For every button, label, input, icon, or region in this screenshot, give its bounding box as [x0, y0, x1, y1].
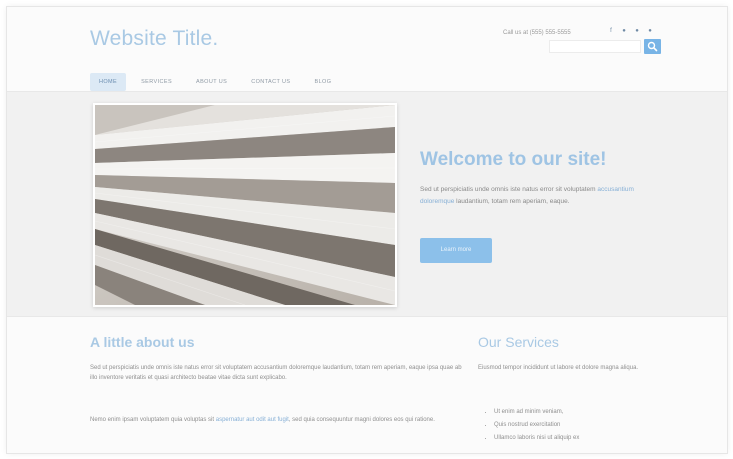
- list-item: Quis nostrud exercitation: [494, 419, 579, 432]
- hero-text: Sed ut perspiciatis unde omnis iste natu…: [420, 184, 645, 208]
- about-paragraph-2: Nemo enim ipsam voluptatem quia voluptas…: [90, 415, 462, 425]
- browser-page: Website Title. Call us at (555) 555-5555…: [6, 6, 728, 454]
- about-paragraph-2-end: , sed quia consequuntur magni dolores eo…: [288, 417, 435, 423]
- about-paragraph-2-start: Nemo enim ipsam voluptatem quia voluptas…: [90, 417, 216, 423]
- main-nav: HOME SERVICES ABOUT US CONTACT US BLOG: [90, 73, 340, 91]
- nav-item-home[interactable]: HOME: [90, 73, 127, 91]
- hero-text-start: Sed ut perspiciatis unde omnis iste natu…: [420, 186, 598, 193]
- social-links: f ● ● ●: [608, 28, 653, 34]
- twitter-icon[interactable]: ●: [621, 28, 627, 34]
- rss-icon[interactable]: ●: [647, 28, 653, 34]
- services-list: Ut enim ad minim veniam, Quis nostrud ex…: [486, 406, 579, 445]
- call-us-text: Call us at (555) 555-5555: [503, 30, 571, 36]
- google-plus-icon[interactable]: ●: [634, 28, 640, 34]
- learn-more-button[interactable]: Learn more: [420, 238, 492, 263]
- site-title[interactable]: Website Title.: [90, 27, 218, 51]
- hero-text-end: laudantium, totam rem aperiam, eaque.: [454, 198, 570, 205]
- about-paragraph-2-link[interactable]: aspernatur aut odit aut fugit: [216, 417, 289, 423]
- about-heading: A little about us: [90, 334, 195, 350]
- search-button[interactable]: [644, 39, 661, 54]
- nav-item-about-us[interactable]: ABOUT US: [187, 73, 236, 91]
- about-paragraph-1: Sed ut perspiciatis unde omnis iste natu…: [90, 365, 462, 381]
- list-item: Ut enim ad minim veniam,: [494, 406, 579, 419]
- facebook-icon[interactable]: f: [608, 28, 614, 34]
- hero-section: Welcome to our site! Sed ut perspiciatis…: [7, 91, 727, 317]
- hero-heading: Welcome to our site!: [420, 149, 607, 170]
- nav-item-contact-us[interactable]: CONTACT US: [242, 73, 299, 91]
- services-heading: Our Services: [478, 334, 559, 350]
- hero-photo-graphic: [94, 105, 396, 306]
- search-input[interactable]: [549, 40, 641, 53]
- nav-item-blog[interactable]: BLOG: [306, 73, 341, 91]
- list-item: Ullamco laboris nisi ut aliquip ex: [494, 432, 579, 445]
- services-paragraph: Eiusmod tempor incididunt ut labore et d…: [478, 365, 639, 371]
- hero-image: [93, 103, 397, 307]
- nav-item-services[interactable]: SERVICES: [132, 73, 181, 91]
- search-icon: [647, 41, 658, 52]
